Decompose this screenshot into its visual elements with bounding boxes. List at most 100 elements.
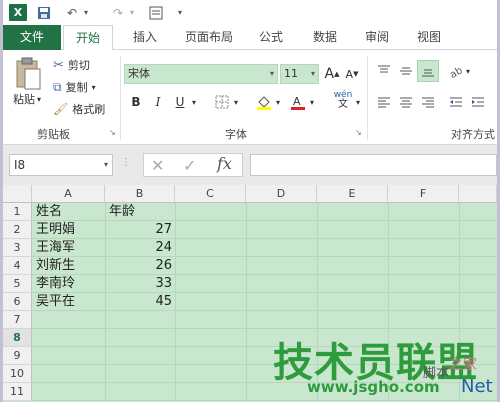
undo-dropdown-icon[interactable]: ▾ [81, 4, 91, 21]
align-bottom-icon[interactable] [417, 60, 439, 82]
column-header-g[interactable] [459, 185, 497, 203]
cell-b5[interactable]: 33 [105, 275, 175, 293]
separator [367, 56, 368, 140]
paintbrush-icon: 🖌 [53, 102, 69, 116]
align-top-icon[interactable] [375, 62, 393, 80]
font-name-combo[interactable]: 宋体 ▾ [124, 64, 278, 84]
align-left-icon[interactable] [375, 93, 393, 111]
tab-formulas[interactable]: 公式 [251, 25, 291, 50]
row-header-3[interactable]: 3 [3, 239, 32, 257]
customize-qat-icon[interactable]: ▾ [175, 4, 185, 21]
underline-dropdown-icon[interactable]: ▾ [189, 93, 199, 111]
save-icon[interactable] [35, 4, 53, 21]
redo-dropdown-icon[interactable]: ▾ [127, 4, 137, 21]
decrease-indent-icon[interactable] [447, 93, 465, 111]
format-painter-button[interactable]: 🖌 格式刷 [53, 100, 105, 118]
column-header-a[interactable]: A [32, 185, 105, 203]
row-header-4[interactable]: 4 [3, 257, 32, 275]
fill-color-dropdown-icon[interactable]: ▾ [273, 93, 283, 111]
tab-home[interactable]: 开始 [63, 25, 113, 51]
row-header-8[interactable]: 8 [3, 329, 32, 347]
paste-button[interactable]: 粘贴 ▾ [13, 92, 49, 106]
undo-icon[interactable]: ↶ [63, 4, 81, 21]
watermark: 技术员联盟 之家 脚本 www.jsgho.com Net [273, 330, 497, 402]
cell-a1[interactable]: 姓名 [36, 203, 62, 221]
separator [120, 56, 121, 140]
italic-button[interactable]: I [149, 93, 167, 111]
cell-b1[interactable]: 年龄 [109, 203, 135, 221]
print-preview-icon[interactable] [147, 4, 165, 21]
cell-a3[interactable]: 王海军 [36, 239, 75, 257]
watermark-site: www.jsgho.com [307, 378, 440, 396]
row-header-2[interactable]: 2 [3, 221, 32, 239]
column-header-d[interactable]: D [246, 185, 317, 203]
bold-button[interactable]: B [127, 93, 145, 111]
row-header-6[interactable]: 6 [3, 293, 32, 311]
tab-file[interactable]: 文件 [3, 25, 61, 50]
tab-data[interactable]: 数据 [305, 25, 345, 50]
cell-reference: I8 [14, 158, 26, 172]
svg-text:A: A [293, 95, 301, 108]
column-header-b[interactable]: B [105, 185, 175, 203]
grow-font-icon[interactable]: A ▲ [323, 65, 341, 83]
cell-b3[interactable]: 24 [105, 239, 175, 257]
align-middle-icon[interactable] [397, 62, 415, 80]
font-size-value: 11 [284, 67, 298, 80]
scissors-icon: ✂ [53, 57, 64, 73]
enter-icon[interactable]: ✓ [183, 156, 196, 175]
row-header-7[interactable]: 7 [3, 311, 32, 329]
tab-view[interactable]: 视图 [409, 25, 449, 50]
borders-dropdown-icon[interactable]: ▾ [231, 93, 241, 111]
formula-input[interactable] [250, 154, 497, 176]
increase-indent-icon[interactable] [469, 93, 487, 111]
row-header-9[interactable]: 9 [3, 347, 32, 365]
font-size-combo[interactable]: 11 ▾ [280, 64, 319, 84]
select-all-corner[interactable] [3, 185, 32, 203]
cell-b6[interactable]: 45 [105, 293, 175, 311]
cut-button[interactable]: ✂ 剪切 [53, 56, 90, 74]
fill-color-icon[interactable] [255, 93, 273, 111]
copy-button[interactable]: ⧉ 复制 ▾ [53, 78, 96, 96]
orientation-dropdown-icon[interactable]: ▾ [463, 62, 473, 80]
paste-icon[interactable] [11, 56, 45, 92]
cell-b2[interactable]: 27 [105, 221, 175, 239]
drag-handle-icon[interactable]: ⋮ [121, 157, 131, 168]
font-color-icon[interactable]: A [289, 93, 307, 111]
redo-icon[interactable]: ↷ [109, 4, 127, 21]
watermark-zhi: 之家 [449, 357, 477, 373]
font-launcher-icon[interactable]: ↘ [355, 128, 362, 137]
row-header-11[interactable]: 11 [3, 383, 32, 401]
borders-icon[interactable] [213, 93, 231, 111]
tab-insert[interactable]: 插入 [125, 25, 165, 50]
cell-a4[interactable]: 刘新生 [36, 257, 75, 275]
row-header-10[interactable]: 10 [3, 365, 32, 383]
tab-page-layout[interactable]: 页面布局 [179, 25, 239, 50]
cell-a5[interactable]: 李南玲 [36, 275, 75, 293]
font-color-dropdown-icon[interactable]: ▾ [307, 93, 317, 111]
clipboard-launcher-icon[interactable]: ↘ [109, 128, 116, 137]
formula-bar: I8 ▾ ⋮ ✕ ✓ fx [3, 145, 497, 185]
excel-logo-icon: X [9, 4, 27, 21]
phonetic-dropdown-icon[interactable]: ▾ [353, 93, 363, 111]
cell-b4[interactable]: 26 [105, 257, 175, 275]
column-header-f[interactable]: F [388, 185, 459, 203]
column-header-c[interactable]: C [175, 185, 246, 203]
ribbon-home: 粘贴 ▾ ✂ 剪切 ⧉ 复制 ▾ 🖌 格式刷 剪贴板 ↘ 宋体 ▾ 11 ▾ A ▲ A ▼ B … [3, 50, 497, 145]
cell-a6[interactable]: 吴平在 [36, 293, 75, 311]
row-header-1[interactable]: 1 [3, 203, 32, 221]
underline-button[interactable]: U [171, 93, 189, 111]
cell-a2[interactable]: 王明娟 [36, 221, 75, 239]
column-header-e[interactable]: E [317, 185, 388, 203]
cancel-icon[interactable]: ✕ [151, 156, 164, 175]
align-center-icon[interactable] [397, 93, 415, 111]
paste-label: 粘贴 [13, 93, 35, 106]
excel-window: X ↶ ▾ ↷ ▾ ▾ 文件 开始 插入 页面布局 公式 数据 审阅 视图 粘贴… [3, 0, 497, 402]
row-header-5[interactable]: 5 [3, 275, 32, 293]
chevron-down-icon: ▾ [269, 69, 274, 78]
insert-function-icon[interactable]: fx [217, 154, 232, 173]
align-right-icon[interactable] [419, 93, 437, 111]
tab-review[interactable]: 审阅 [357, 25, 397, 50]
shrink-font-icon[interactable]: A ▼ [343, 65, 361, 83]
alignment-group-label: 对齐方式 [451, 128, 495, 141]
name-box[interactable]: I8 ▾ [9, 154, 113, 176]
